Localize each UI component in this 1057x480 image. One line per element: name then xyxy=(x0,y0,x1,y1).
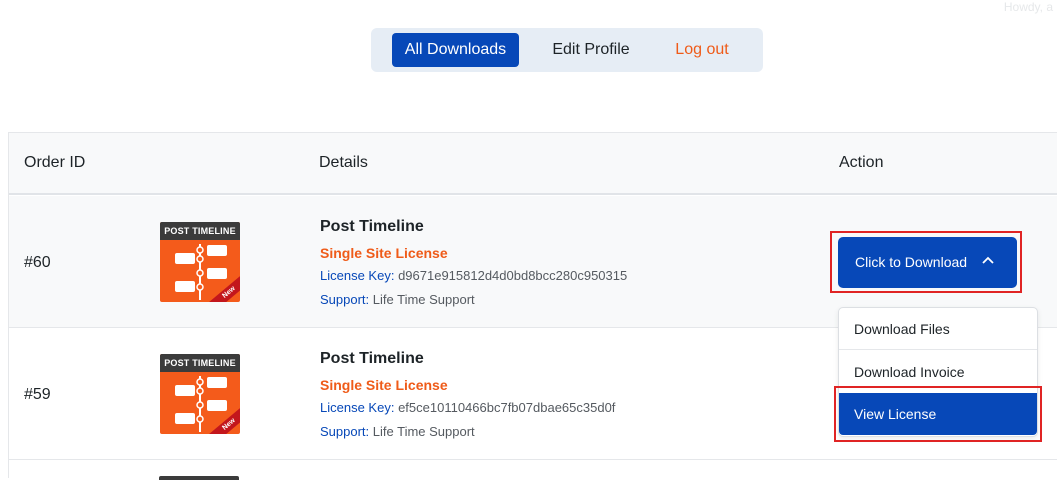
product-thumbnail[interactable]: POST TIMELINE New xyxy=(160,354,240,434)
table-header: Order ID Details Action xyxy=(9,133,1057,195)
product-title: Post Timeline xyxy=(320,350,424,367)
license-type: Single Site License xyxy=(320,377,448,393)
thumbnail-title: POST TIMELINE xyxy=(160,354,240,372)
howdy-greeting[interactable]: Howdy, a xyxy=(1004,0,1053,14)
license-key-line: License Key: d9671e915812d4d0bd8bcc280c9… xyxy=(320,268,627,283)
license-key-line: License Key: ef5ce10110466bc7fb07dbae65c… xyxy=(320,400,615,415)
column-details: Details xyxy=(319,154,368,171)
downloads-nav: All Downloads Edit Profile Log out xyxy=(371,28,763,72)
chevron-up-icon xyxy=(982,256,994,264)
column-order-id: Order ID xyxy=(24,154,86,171)
license-key-value: ef5ce10110466bc7fb07dbae65c35d0f xyxy=(398,400,616,415)
support-label: Support: xyxy=(320,292,370,307)
order-id: #60 xyxy=(24,254,51,271)
tab-all-downloads[interactable]: All Downloads xyxy=(392,33,519,67)
product-thumbnail[interactable]: POST TIMELINE New xyxy=(160,222,240,302)
license-key-label: License Key: xyxy=(320,268,395,283)
tab-edit-profile[interactable]: Edit Profile xyxy=(541,33,641,67)
support-value: Life Time Support xyxy=(372,292,475,307)
support-value: Life Time Support xyxy=(372,424,475,439)
license-type: Single Site License xyxy=(320,245,448,261)
support-line: Support: Life Time Support xyxy=(320,424,475,439)
support-line: Support: Life Time Support xyxy=(320,292,475,307)
column-action: Action xyxy=(839,154,884,171)
license-key-value: d9671e915812d4d0bd8bcc280c950315 xyxy=(398,268,628,283)
view-license-highlight xyxy=(834,386,1042,442)
order-id: #59 xyxy=(24,386,51,403)
next-row-thumbnail xyxy=(159,476,239,480)
product-title: Post Timeline xyxy=(320,218,424,235)
thumbnail-title: POST TIMELINE xyxy=(160,222,240,240)
click-to-download-button[interactable]: Click to Download xyxy=(838,237,1017,288)
support-label: Support: xyxy=(320,424,370,439)
logout-link[interactable]: Log out xyxy=(661,33,743,67)
download-button-label: Click to Download xyxy=(855,254,968,270)
license-key-label: License Key: xyxy=(320,400,395,415)
menu-item-download-files[interactable]: Download Files xyxy=(839,308,1037,350)
